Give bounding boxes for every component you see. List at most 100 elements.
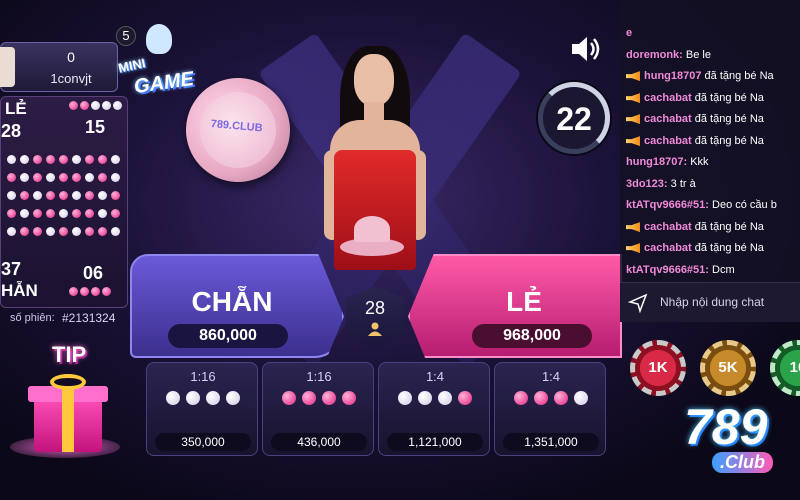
gift-megaphone-icon xyxy=(626,136,640,147)
bet-le-label: LẺ xyxy=(506,286,542,317)
result-dot xyxy=(59,173,68,182)
chat-message: 3do123: 3 tr à xyxy=(626,177,696,191)
dealer-face xyxy=(354,54,394,106)
send-icon[interactable] xyxy=(628,293,648,313)
chat-message: e xyxy=(626,26,632,40)
history-dot-grid xyxy=(7,155,125,245)
chip-5k-button[interactable]: 5K xyxy=(700,340,756,396)
history-row xyxy=(7,227,125,236)
players-badge[interactable]: 28 xyxy=(346,286,404,348)
user-balance: 0 xyxy=(67,49,75,65)
result-dot xyxy=(72,173,81,182)
avatar[interactable] xyxy=(0,47,15,87)
user-panel[interactable]: 0 1convjt xyxy=(0,42,118,92)
sound-icon[interactable] xyxy=(570,34,602,64)
side-bet-1[interactable]: 1:16 436,000 xyxy=(262,362,374,456)
chat-text: đã tặng bé Na xyxy=(694,92,764,104)
side-bet-dots xyxy=(263,391,375,405)
bet-chan-button[interactable]: CHẴN 860,000 xyxy=(130,254,344,358)
bet-le-amount: 968,000 xyxy=(472,324,592,348)
chat-user: ktATqv9666#51: xyxy=(626,264,709,276)
result-dot xyxy=(7,173,16,182)
result-dot xyxy=(102,101,111,110)
chat-text: đã tặng bé Na xyxy=(694,242,764,254)
result-dot xyxy=(33,173,42,182)
tip-button[interactable]: TIP xyxy=(10,340,120,460)
chat-user: hung18707 xyxy=(644,70,702,82)
result-dot xyxy=(80,287,89,296)
user-name: 1convjt xyxy=(50,71,92,86)
chat-user: cachabat xyxy=(644,221,692,233)
chat-text: đã tặng bé Na xyxy=(694,113,764,125)
session-label: số phiên: xyxy=(10,312,55,324)
stats-board[interactable]: LẺ 28 15 37 HẴN 06 xyxy=(0,96,128,308)
result-dot xyxy=(72,191,81,200)
result-dot xyxy=(111,209,120,218)
side-bet-dot xyxy=(458,391,472,405)
result-dot xyxy=(91,101,100,110)
result-dot xyxy=(111,155,120,164)
mini-game-logo[interactable]: MINI GAME xyxy=(112,24,196,100)
result-dot xyxy=(102,287,111,296)
gift-megaphone-icon xyxy=(626,222,640,233)
side-bet-dots xyxy=(147,391,259,405)
result-dot xyxy=(59,227,68,236)
chat-text: 3 tr à xyxy=(670,178,696,190)
chat-user: cachabat xyxy=(644,242,692,254)
result-dot xyxy=(111,191,120,200)
result-dot xyxy=(20,173,29,182)
brand-sub: .Club xyxy=(712,452,773,473)
side-bet-dot xyxy=(514,391,528,405)
result-dot xyxy=(46,227,55,236)
result-dot xyxy=(33,227,42,236)
side-bet-dot xyxy=(226,391,240,405)
result-dot xyxy=(46,173,55,182)
chat-user: cachabat xyxy=(644,113,692,125)
chat-message: cachabat đã tặng bé Na xyxy=(626,241,764,255)
side-bet-0[interactable]: 1:16 350,000 xyxy=(146,362,258,456)
chat-user: cachabat xyxy=(644,92,692,104)
side-bet-3[interactable]: 1:4 1,351,000 xyxy=(494,362,606,456)
mini-game-line2: GAME xyxy=(132,67,196,99)
chat-placeholder: Nhập nội dung chat xyxy=(660,295,765,309)
bowl-cap xyxy=(354,216,390,242)
chip-10k-button[interactable]: 10 xyxy=(770,340,800,396)
history-row xyxy=(7,209,125,218)
chan-streak: 06 xyxy=(83,263,104,283)
chat-input[interactable]: Nhập nội dung chat xyxy=(620,282,800,322)
result-dot xyxy=(72,155,81,164)
chat-message: ktATqv9666#51: Dcm xyxy=(626,263,735,277)
gift-megaphone-icon xyxy=(626,243,640,254)
result-dot xyxy=(85,173,94,182)
chip-1k-button[interactable]: 1K xyxy=(630,340,686,396)
side-bet-dots xyxy=(379,391,491,405)
chat-message: cachabat đã tặng bé Na xyxy=(626,134,764,148)
chat-panel[interactable]: e doremonk: Be le hung18707 đã tặng bé N… xyxy=(620,0,800,282)
side-bet-2[interactable]: 1:4 1,121,000 xyxy=(378,362,490,456)
side-bet-dot xyxy=(302,391,316,405)
chat-user: 3do123: xyxy=(626,178,668,190)
chat-text: Kkk xyxy=(690,156,709,168)
result-dot xyxy=(33,209,42,218)
tip-label: TIP xyxy=(52,342,87,367)
side-bet-dot xyxy=(322,391,336,405)
session-id: #2131324 xyxy=(62,311,116,325)
history-row xyxy=(7,191,125,200)
result-dot xyxy=(98,191,107,200)
side-bet-dot xyxy=(282,391,296,405)
result-dot xyxy=(80,101,89,110)
result-dot xyxy=(85,191,94,200)
side-bet-ratio: 1:16 xyxy=(306,369,332,384)
bet-chan-label: CHẴN xyxy=(191,286,273,317)
result-dot xyxy=(46,155,55,164)
chan-stat-label: HẴN xyxy=(1,281,38,300)
bet-le-button[interactable]: LẺ 968,000 xyxy=(408,254,622,358)
result-dot xyxy=(33,191,42,200)
chat-message: cachabat đã tặng bé Na xyxy=(626,220,764,234)
result-dot xyxy=(33,155,42,164)
result-dot xyxy=(85,227,94,236)
bowl-label: 789.CLUB xyxy=(210,117,264,135)
result-dot xyxy=(7,155,16,164)
side-bet-ratio: 1:4 xyxy=(541,369,561,384)
result-dot xyxy=(69,287,78,296)
